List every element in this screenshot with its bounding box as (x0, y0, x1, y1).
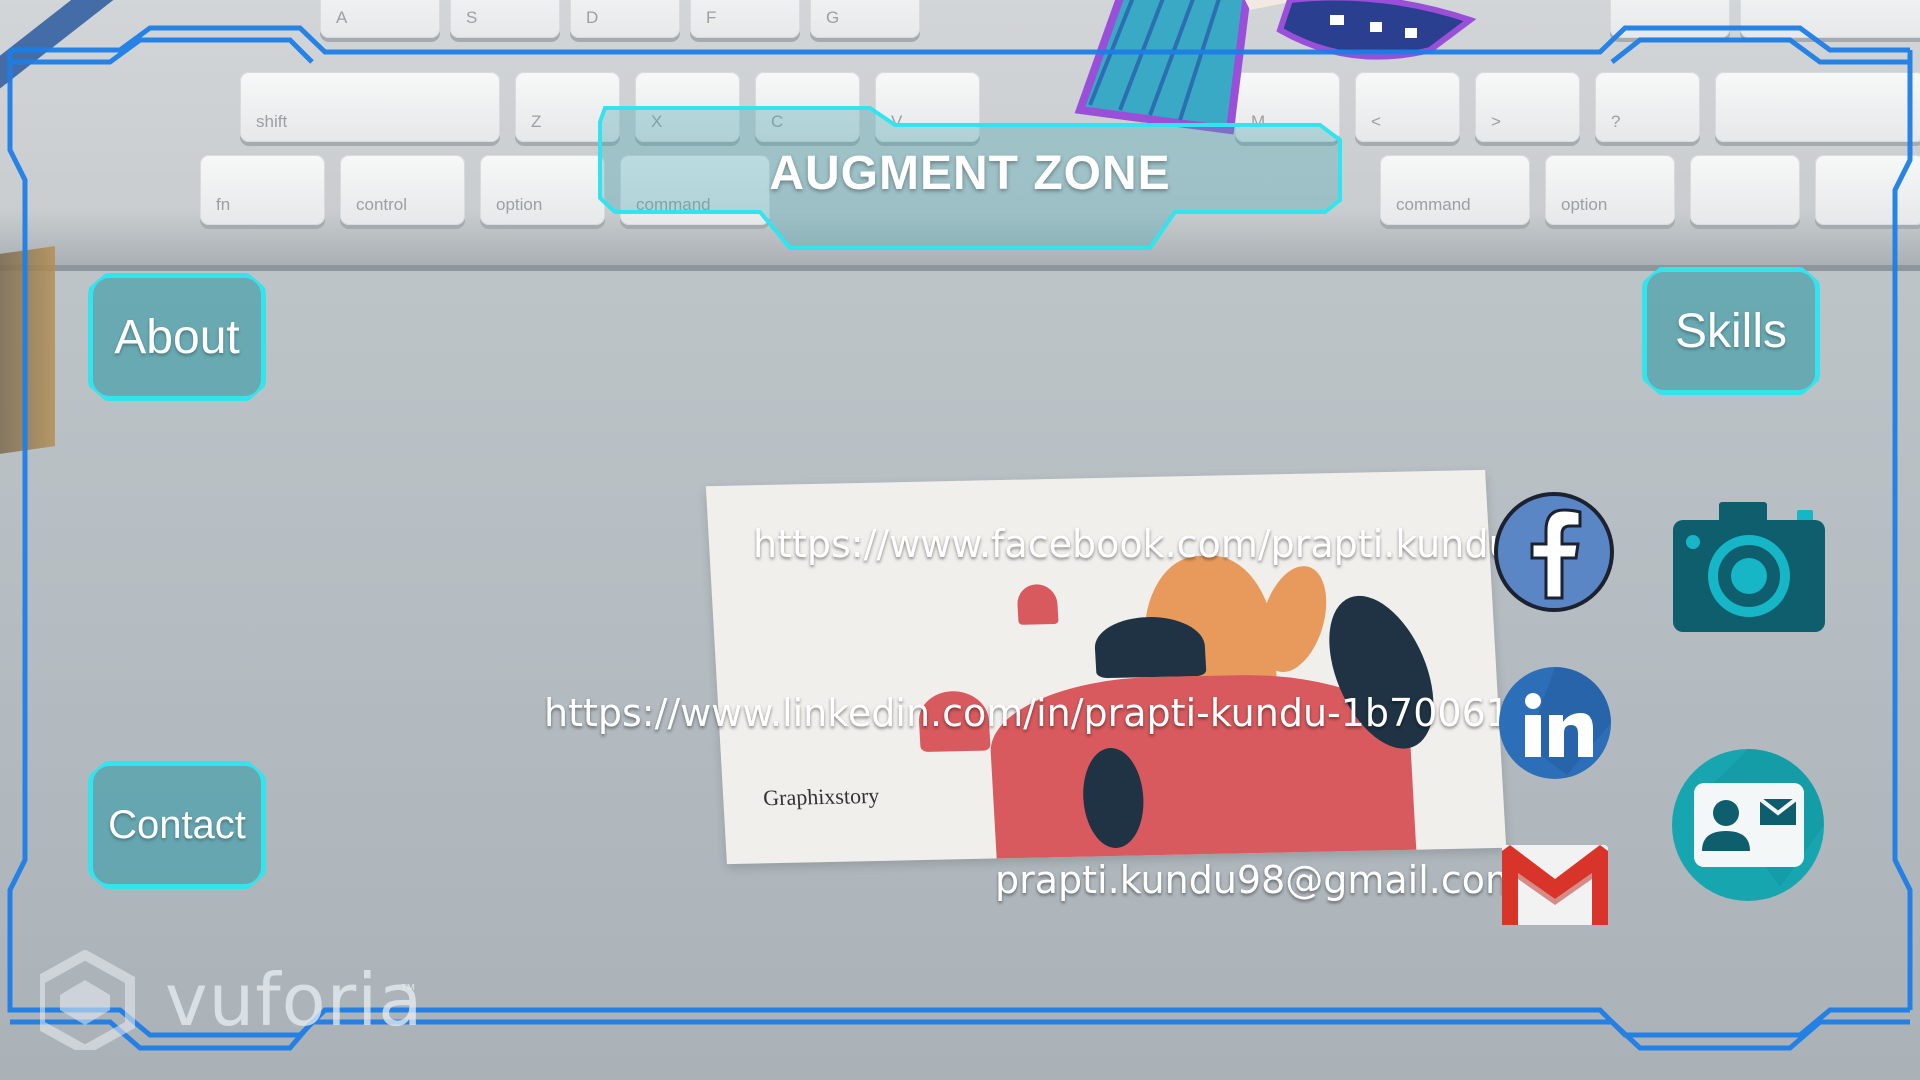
key-option-right: option (1545, 155, 1675, 225)
key-shift: shift (240, 72, 500, 142)
linkedin-icon[interactable] (1497, 665, 1613, 781)
linkedin-link[interactable]: https://www.linkedin.com/in/prapti-kundu… (544, 691, 1571, 735)
email-link[interactable]: prapti.kundu98@gmail.com (995, 858, 1522, 902)
contact-button[interactable]: Contact (88, 761, 266, 889)
key-g: G (810, 0, 920, 38)
key-control: control (340, 155, 465, 225)
card-flower (1016, 583, 1059, 625)
key-command-right: command (1380, 155, 1530, 225)
key-v: V (875, 72, 980, 142)
camera-icon[interactable] (1671, 500, 1827, 634)
key-arrow-updown (1815, 155, 1920, 225)
desk-object (0, 246, 55, 454)
facebook-link[interactable]: https://www.facebook.com/prapti.kundu.5 (753, 522, 1549, 566)
card-illustration (1093, 615, 1207, 679)
key-x: X (635, 72, 740, 142)
key-fn: fn (200, 155, 325, 225)
key-option-left: option (480, 155, 605, 225)
avatar-3d-model (1074, 0, 1477, 135)
vuforia-tm: ™ (400, 982, 416, 999)
key-blank (1610, 0, 1730, 38)
about-button[interactable]: About (88, 273, 266, 401)
key-blank (1715, 72, 1920, 142)
card-brand-text: Graphixstory (762, 782, 880, 811)
app-title: AUGMENT ZONE (769, 147, 1171, 200)
key-f: F (690, 0, 800, 38)
gmail-icon[interactable] (1500, 843, 1610, 927)
key-a: A (320, 0, 440, 38)
skills-button[interactable]: Skills (1642, 267, 1820, 395)
contact-card-icon[interactable] (1670, 747, 1826, 903)
keyboard: A S D F G shift Z X C V M < > ? fn contr… (0, 0, 1920, 271)
key-s: S (450, 0, 560, 38)
key-blank (1740, 0, 1920, 38)
key-c: C (755, 72, 860, 142)
facebook-icon[interactable] (1492, 490, 1616, 614)
key-d: D (570, 0, 680, 38)
vuforia-watermark: vuforia (165, 958, 424, 1042)
key-arrow-left (1690, 155, 1800, 225)
key-question: ? (1595, 72, 1700, 142)
key-z: Z (515, 72, 620, 142)
